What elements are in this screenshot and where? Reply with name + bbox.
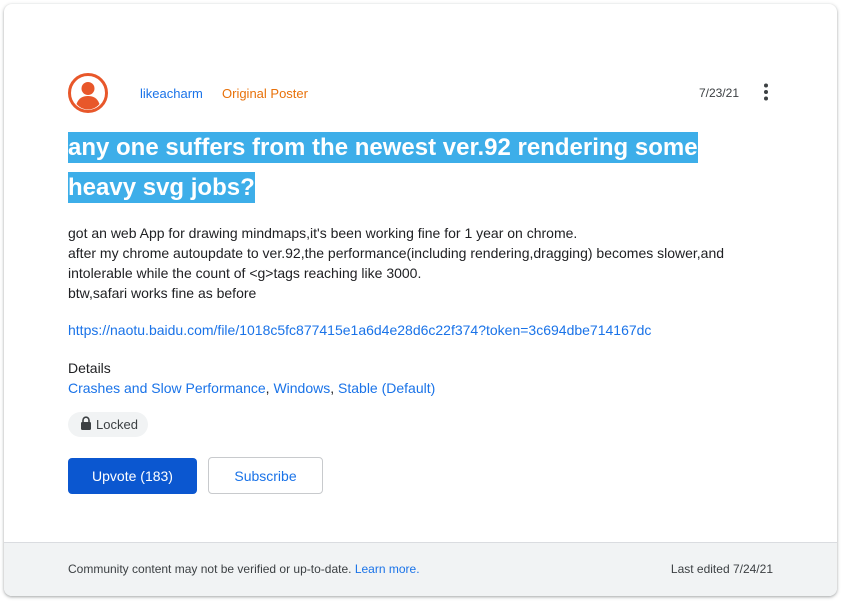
tag-crashes-slow-performance[interactable]: Crashes and Slow Performance (68, 380, 266, 396)
tag-windows[interactable]: Windows (273, 380, 330, 396)
post-date: 7/23/21 (698, 86, 739, 100)
post-body-line: btw,safari works fine as before (68, 285, 257, 301)
post-body-line: after my chrome autoupdate to ver.92,the… (68, 245, 725, 281)
post-card: likeacharm Original Poster 7/23/21 any o… (4, 4, 837, 596)
post-title: any one suffers from the newest ver.92 r… (68, 128, 768, 208)
last-edited: Last edited 7/24/21 (670, 562, 773, 576)
tag-stable-default[interactable]: Stable (Default) (338, 380, 435, 396)
original-poster-badge: Original Poster (222, 86, 308, 101)
post-header: likeacharm Original Poster 7/23/21 (68, 70, 778, 116)
post-external-link[interactable]: https://naotu.baidu.com/file/1018c5fc877… (68, 322, 651, 338)
upvote-button[interactable]: Upvote (183) (68, 458, 197, 494)
post-body-line: got an web App for drawing mindmaps,it's… (68, 225, 578, 241)
tag-separator: , (330, 380, 339, 396)
more-vert-icon[interactable] (754, 80, 778, 104)
lock-icon (80, 416, 92, 433)
community-disclaimer: Community content may not be verified or… (68, 562, 420, 576)
disclaimer-text: Community content may not be verified or… (68, 562, 352, 576)
details-heading: Details (68, 360, 111, 376)
post-title-text: any one suffers from the newest ver.92 r… (68, 132, 698, 203)
locked-chip: Locked (68, 412, 148, 437)
details-tags: Crashes and Slow Performance, Windows, S… (68, 380, 435, 396)
account-circle-icon[interactable] (68, 73, 108, 113)
post-body: got an web App for drawing mindmaps,it's… (68, 223, 788, 303)
author-name[interactable]: likeacharm (140, 86, 203, 101)
subscribe-button[interactable]: Subscribe (208, 457, 323, 494)
post-footer: Community content may not be verified or… (4, 542, 837, 596)
locked-label: Locked (96, 417, 138, 432)
learn-more-link[interactable]: Learn more. (355, 562, 420, 576)
